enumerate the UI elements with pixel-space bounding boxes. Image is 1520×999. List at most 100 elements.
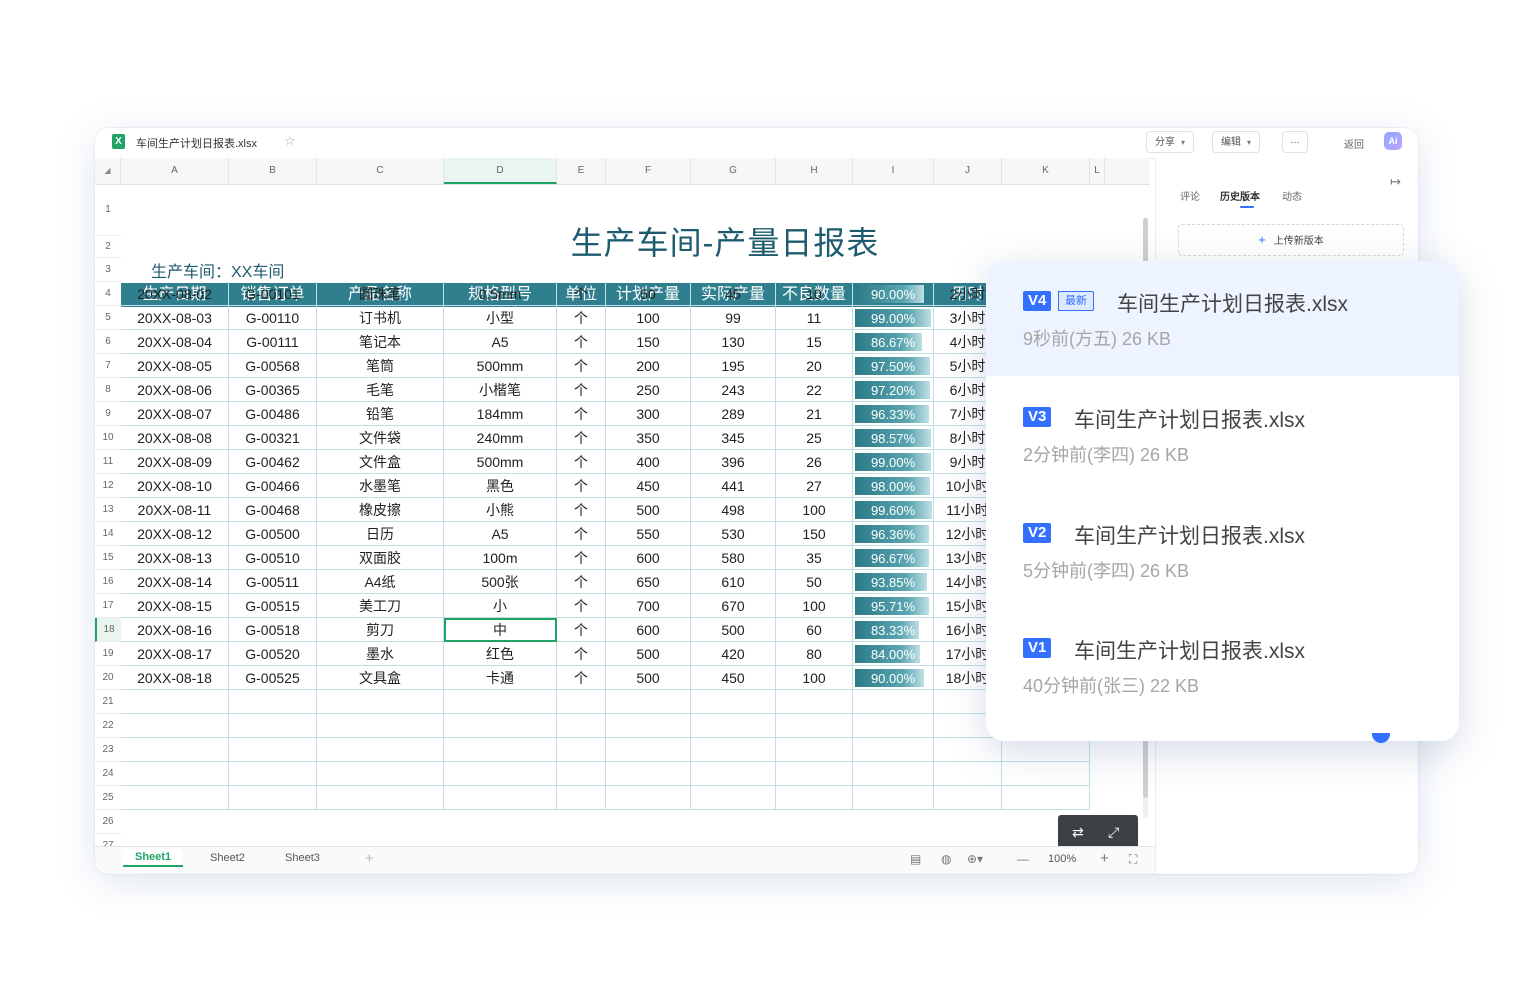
empty-cell[interactable]	[853, 690, 934, 714]
tab-sheet1[interactable]: Sheet1	[123, 849, 184, 867]
tab-sheet2[interactable]: Sheet2	[210, 852, 245, 864]
workshop-label[interactable]: 生产车间：XX车间	[151, 258, 284, 282]
zoom-out-icon[interactable]: —	[1017, 852, 1029, 866]
table-cell[interactable]: 50	[606, 282, 691, 306]
table-cell[interactable]: G-00462	[229, 450, 317, 474]
row-header-5[interactable]: 5	[95, 306, 121, 330]
empty-cell[interactable]	[853, 738, 934, 762]
empty-cell[interactable]	[317, 762, 444, 786]
table-cell[interactable]: 文件盒	[317, 450, 444, 474]
table-cell[interactable]: 21	[776, 402, 853, 426]
row-header-1[interactable]: 1	[95, 184, 121, 236]
table-cell[interactable]: 20XX-08-18	[121, 666, 229, 690]
empty-cell[interactable]	[557, 786, 606, 810]
table-cell[interactable]: 530	[691, 522, 776, 546]
empty-cell[interactable]	[691, 690, 776, 714]
more-icon[interactable]: ···	[1282, 131, 1308, 153]
column-header-h[interactable]: H	[776, 158, 853, 184]
table-cell[interactable]: 610	[691, 570, 776, 594]
table-cell[interactable]: 100	[606, 306, 691, 330]
row-header-12[interactable]: 12	[95, 474, 121, 498]
ai-icon[interactable]: Ai	[1384, 132, 1402, 150]
empty-cell[interactable]	[229, 690, 317, 714]
completion-rate-cell[interactable]: 95.71%	[853, 594, 934, 618]
table-cell[interactable]: 个	[557, 474, 606, 498]
column-header-d[interactable]: D	[444, 158, 557, 184]
row-header-10[interactable]: 10	[95, 426, 121, 450]
table-cell[interactable]: 个	[557, 570, 606, 594]
sheet-title[interactable]: 生产车间-产量日报表	[515, 218, 935, 264]
row-header-13[interactable]: 13	[95, 498, 121, 522]
version-item-v3[interactable]: V3 车间生产计划日报表.xlsx 2分钟前(李四) 26 KB	[986, 377, 1459, 492]
collapse-panel-icon[interactable]: ↦	[1390, 174, 1401, 190]
row-header-6[interactable]: 6	[95, 330, 121, 354]
table-cell[interactable]: 20XX-08-14	[121, 570, 229, 594]
empty-cell[interactable]	[229, 762, 317, 786]
view-mode-icon[interactable]: ▤	[910, 852, 921, 866]
table-cell[interactable]: G-00500	[229, 522, 317, 546]
row-header-16[interactable]: 16	[95, 570, 121, 594]
back-button[interactable]: 返回	[1344, 136, 1364, 151]
table-cell[interactable]: 11	[776, 306, 853, 330]
table-cell[interactable]: 20	[776, 354, 853, 378]
table-cell[interactable]: 441	[691, 474, 776, 498]
table-cell[interactable]: 100m	[444, 546, 557, 570]
table-cell[interactable]: 小型	[444, 306, 557, 330]
upload-version-button[interactable]: + 上传新版本	[1178, 224, 1404, 256]
table-cell[interactable]: 20XX-08-06	[121, 378, 229, 402]
table-cell[interactable]: 550	[606, 522, 691, 546]
globe-icon[interactable]: ◍	[941, 852, 951, 866]
tab-activity[interactable]: 动态	[1282, 188, 1302, 203]
table-cell[interactable]: 小熊	[444, 498, 557, 522]
empty-cell[interactable]	[317, 690, 444, 714]
table-cell[interactable]: 100	[776, 666, 853, 690]
table-cell[interactable]: 20XX-08-12	[121, 522, 229, 546]
empty-cell[interactable]	[121, 690, 229, 714]
empty-cell[interactable]	[444, 762, 557, 786]
column-header-b[interactable]: B	[229, 158, 317, 184]
row-header-26[interactable]: 26	[95, 810, 121, 834]
table-cell[interactable]: 剪刀	[317, 618, 444, 642]
add-sheet-icon[interactable]: +	[365, 850, 374, 867]
table-cell[interactable]: 15	[776, 330, 853, 354]
table-cell[interactable]: 650	[606, 570, 691, 594]
table-cell[interactable]: 27	[776, 474, 853, 498]
table-cell[interactable]: 20XX-08-02	[121, 282, 229, 306]
edit-button[interactable]: 编辑 ▾	[1212, 131, 1261, 153]
table-cell[interactable]: 20XX-08-15	[121, 594, 229, 618]
table-cell[interactable]: 498	[691, 498, 776, 522]
column-header-a[interactable]: A	[121, 158, 229, 184]
table-cell[interactable]: 20XX-08-17	[121, 642, 229, 666]
table-cell[interactable]: 文件袋	[317, 426, 444, 450]
empty-cell[interactable]	[1002, 762, 1090, 786]
table-cell[interactable]: 26	[776, 450, 853, 474]
empty-cell[interactable]	[317, 786, 444, 810]
table-cell[interactable]: G-00466	[229, 474, 317, 498]
selected-cell[interactable]: 中	[444, 618, 557, 642]
empty-cell[interactable]	[853, 786, 934, 810]
table-cell[interactable]: 289	[691, 402, 776, 426]
table-cell[interactable]: 500	[606, 498, 691, 522]
table-cell[interactable]: 450	[691, 666, 776, 690]
version-item-v4[interactable]: V4 最新 车间生产计划日报表.xlsx 9秒前(方五) 26 KB	[986, 261, 1459, 376]
table-cell[interactable]: 670	[691, 594, 776, 618]
table-cell[interactable]: 240mm	[444, 426, 557, 450]
empty-cell[interactable]	[691, 786, 776, 810]
table-cell[interactable]: 500	[691, 618, 776, 642]
empty-cell[interactable]	[1002, 738, 1090, 762]
table-cell[interactable]: G-00510	[229, 546, 317, 570]
completion-rate-cell[interactable]: 93.85%	[853, 570, 934, 594]
empty-cell[interactable]	[691, 714, 776, 738]
row-header-8[interactable]: 8	[95, 378, 121, 402]
completion-rate-cell[interactable]: 98.00%	[853, 474, 934, 498]
completion-rate-cell[interactable]: 84.00%	[853, 642, 934, 666]
version-item-v1[interactable]: V1 车间生产计划日报表.xlsx 40分钟前(张三) 22 KB	[986, 608, 1459, 723]
table-cell[interactable]: 50	[776, 570, 853, 594]
table-cell[interactable]: 双面胶	[317, 546, 444, 570]
table-cell[interactable]: G-00518	[229, 618, 317, 642]
empty-cell[interactable]	[691, 762, 776, 786]
completion-rate-cell[interactable]: 83.33%	[853, 618, 934, 642]
table-cell[interactable]: 500张	[444, 570, 557, 594]
zoom-in-icon[interactable]: +	[1100, 850, 1109, 867]
empty-cell[interactable]	[1002, 786, 1090, 810]
